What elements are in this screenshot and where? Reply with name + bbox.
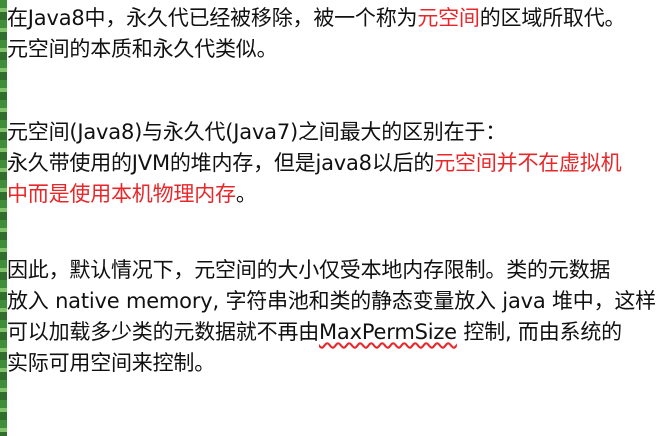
slide: 在Java8中，永久代已经被移除，被一个称为元空间的区域所取代。 元空间的本质和… xyxy=(0,0,663,436)
spellcheck-underlined-term: MaxPermSize xyxy=(319,320,457,344)
decorative-stripe xyxy=(0,0,7,436)
text-segment: 。 xyxy=(235,182,257,206)
highlighted-text: 中而是使用本机物理内存 xyxy=(7,182,236,206)
text-segment: 在Java8中，永久代已经被移除，被一个称为 xyxy=(7,6,418,30)
highlighted-term: 元空间 xyxy=(417,6,480,30)
text-line: 可以加载多少类的元数据就不再由MaxPermSize 控制, 而由系统的 xyxy=(7,317,656,348)
text-line: 永久带使用的JVM的堆内存，但是java8以后的元空间并不在虚拟机 xyxy=(7,148,622,179)
paragraph-metaspace-vs-permgen: 元空间(Java8)与永久代(Java7)之间最大的区别在于： 永久带使用的JV… xyxy=(7,117,622,210)
text-segment: 的区域所取代。 xyxy=(479,6,626,30)
text-line: 放入 native memory, 字符串池和类的静态变量放入 java 堆中，… xyxy=(7,289,656,313)
paragraph-native-memory: 因此，默认情况下，元空间的大小仅受本地内存限制。类的元数据 放入 native … xyxy=(7,255,656,379)
text-line: 在Java8中，永久代已经被移除，被一个称为元空间的区域所取代。 xyxy=(7,3,626,34)
text-line: 因此，默认情况下，元空间的大小仅受本地内存限制。类的元数据 xyxy=(7,258,611,282)
paragraph-java8-metaspace-intro: 在Java8中，永久代已经被移除，被一个称为元空间的区域所取代。 元空间的本质和… xyxy=(7,3,626,65)
text-line: 元空间(Java8)与永久代(Java7)之间最大的区别在于： xyxy=(7,120,507,144)
text-line: 元空间的本质和永久代类似。 xyxy=(7,37,278,61)
text-line: 中而是使用本机物理内存。 xyxy=(7,179,621,210)
text-line: 实际可用空间来控制。 xyxy=(7,351,215,375)
text-segment: 控制, 而由系统的 xyxy=(456,320,622,344)
text-segment: 可以加载多少类的元数据就不再由 xyxy=(7,320,319,344)
highlighted-text: 元空间并不在虚拟机 xyxy=(434,151,622,175)
text-segment: 永久带使用的JVM的堆内存，但是java8以后的 xyxy=(7,151,435,175)
